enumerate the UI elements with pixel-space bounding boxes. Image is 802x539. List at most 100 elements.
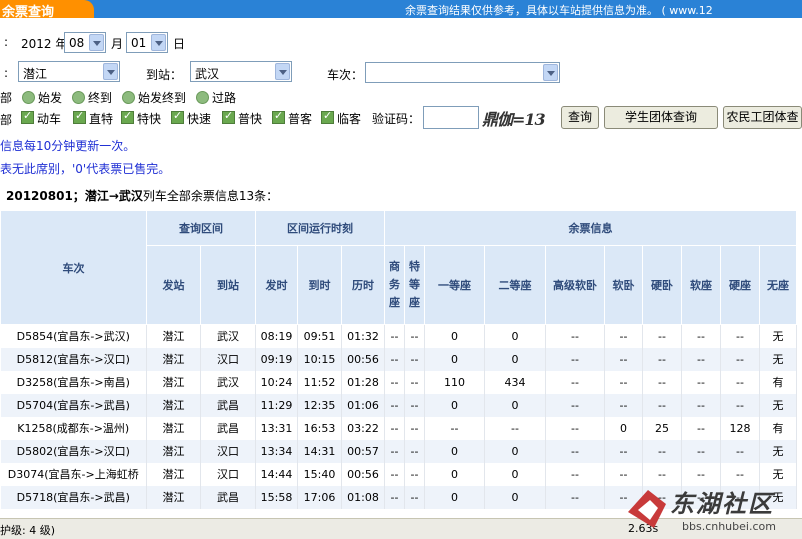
table-cell: 14:44 xyxy=(255,462,298,486)
col-from: 发站 xyxy=(146,245,201,325)
table-cell: 11:52 xyxy=(297,370,342,394)
from-station-select[interactable]: 潜江 xyxy=(18,61,120,82)
table-cell: 潜江 xyxy=(146,347,201,371)
student-group-query-button[interactable]: 学生团体查询 xyxy=(604,106,718,129)
month-select[interactable]: 08 xyxy=(64,32,106,53)
train-cell[interactable]: D5718(宜昌东->武昌) xyxy=(0,485,147,509)
checkbox-express-label: 特快 xyxy=(137,112,162,126)
table-cell: 00:57 xyxy=(341,439,386,463)
col-train: 车次 xyxy=(0,210,147,325)
watermark-name: 东湖社区 xyxy=(670,490,774,518)
table-cell: 武汉 xyxy=(200,370,256,394)
chevron-down-icon[interactable] xyxy=(275,63,290,80)
table-cell: 潜江 xyxy=(146,416,201,440)
checkbox-fast[interactable] xyxy=(171,109,184,124)
table-cell: -- xyxy=(604,324,644,348)
col-soft-seat: 软座 xyxy=(681,245,722,325)
captcha-input[interactable] xyxy=(423,106,479,129)
table-cell: 110 xyxy=(424,370,486,394)
chevron-down-icon[interactable] xyxy=(89,34,104,51)
train-select[interactable] xyxy=(365,62,560,83)
checkbox-temporary[interactable] xyxy=(321,109,334,124)
table-cell: -- xyxy=(720,393,761,417)
table-cell: 汉口 xyxy=(200,462,256,486)
table-cell: -- xyxy=(545,393,606,417)
security-zone: 护级: 4 级) xyxy=(0,524,55,537)
to-station-label: 到站： xyxy=(146,68,183,82)
checkbox-emu-label: 动车 xyxy=(37,112,62,126)
train-cell[interactable]: K1258(成都东->温州) xyxy=(0,416,147,440)
chevron-down-icon[interactable] xyxy=(103,63,118,80)
radio-origin[interactable] xyxy=(22,91,35,104)
table-row[interactable]: D5704(宜昌东->武昌) 潜江 武昌 11:29 12:35 01:06 -- -- 0 0-… xyxy=(0,393,798,417)
table-cell: -- xyxy=(681,439,722,463)
day-select[interactable]: 01 xyxy=(126,32,168,53)
col-business: 商务座 xyxy=(384,245,406,325)
table-cell: -- xyxy=(681,393,722,417)
year-label: 2012 年 xyxy=(21,37,68,51)
from-prefix: : xyxy=(4,66,9,80)
radio-passing-label: 过路 xyxy=(212,91,237,105)
table-cell: 03:22 xyxy=(341,416,386,440)
result-summary: 20120801；潜江→武汉列车全部余票信息13条： xyxy=(6,187,278,204)
table-cell: 0 xyxy=(424,347,486,371)
table-cell: -- xyxy=(384,462,406,486)
table-cell: 01:06 xyxy=(341,393,386,417)
col-hard-sleeper: 硬卧 xyxy=(642,245,683,325)
title-tab: 余票查询 xyxy=(0,0,94,20)
checkbox-ordinary[interactable] xyxy=(272,109,285,124)
table-row[interactable]: D3258(宜昌东->南昌) 潜江 武汉 10:24 11:52 01:28 -- -- 110… xyxy=(0,370,798,394)
radio-origin-terminal-label: 始发终到 xyxy=(138,91,187,105)
table-cell: 11:29 xyxy=(255,393,298,417)
col-to: 到站 xyxy=(200,245,256,325)
train-cell[interactable]: D3258(宜昌东->南昌) xyxy=(0,370,147,394)
checkbox-ordinary-fast[interactable] xyxy=(222,109,235,124)
col-no-seat: 无座 xyxy=(759,245,798,325)
radio-origin-terminal[interactable] xyxy=(122,91,135,104)
table-cell: -- xyxy=(404,393,426,417)
query-button[interactable]: 查询 xyxy=(561,106,599,129)
train-cell[interactable]: D5802(宜昌东->汉口) xyxy=(0,439,147,463)
table-cell: -- xyxy=(681,462,722,486)
checkbox-emu[interactable] xyxy=(21,109,34,124)
train-cell[interactable]: D5854(宜昌东->武汉) xyxy=(0,324,147,348)
checkbox-direct[interactable] xyxy=(73,109,86,124)
day-value: 01 xyxy=(131,36,147,50)
table-cell: 16:53 xyxy=(297,416,342,440)
summary-suffix: 列车全部余票信息13条： xyxy=(142,189,279,203)
radio-terminal[interactable] xyxy=(72,91,85,104)
col-arrive: 到时 xyxy=(297,245,342,325)
table-cell: -- xyxy=(681,324,722,348)
table-cell: -- xyxy=(404,462,426,486)
table-cell: -- xyxy=(720,370,761,394)
table-row[interactable]: D5802(宜昌东->汉口) 潜江 汉口 13:34 14:31 00:57 -- -- 0 0-… xyxy=(0,439,798,463)
checkbox-express[interactable] xyxy=(121,109,134,124)
table-row[interactable]: D3074(宜昌东->上海虹桥 潜江 汉口 14:44 15:40 00:56 -- -- 0 0… xyxy=(0,462,798,486)
table-cell: -- xyxy=(642,370,683,394)
to-station-value: 武汉 xyxy=(195,67,220,81)
train-cell[interactable]: D5812(宜昌东->汉口) xyxy=(0,347,147,371)
table-cell: 434 xyxy=(484,370,547,394)
table-row[interactable]: D5812(宜昌东->汉口) 潜江 汉口 09:19 10:15 00:56 -- -- 0 0-… xyxy=(0,347,798,371)
to-station-select[interactable]: 武汉 xyxy=(190,61,292,82)
chevron-down-icon[interactable] xyxy=(151,34,166,51)
table-cell: 25 xyxy=(642,416,683,440)
table-cell: -- xyxy=(384,439,406,463)
table-cell: -- xyxy=(681,347,722,371)
col-special: 特等座 xyxy=(404,245,426,325)
table-cell: 0 xyxy=(484,393,547,417)
table-row[interactable]: K1258(成都东->温州) 潜江 武昌 13:31 16:53 03:22 -- -- -- -… xyxy=(0,416,798,440)
radio-passing[interactable] xyxy=(196,91,209,104)
table-cell: 17:06 xyxy=(297,485,342,509)
chevron-down-icon[interactable] xyxy=(543,64,558,81)
table-cell: -- xyxy=(545,485,606,509)
summary-route: 潜江→武汉 xyxy=(84,189,143,203)
table-cell: 有 xyxy=(759,416,798,440)
table-cell: 汉口 xyxy=(200,347,256,371)
table-cell: -- xyxy=(681,416,722,440)
table-row[interactable]: D5854(宜昌东->武汉) 潜江 武汉 08:19 09:51 01:32 -- -- 0 0-… xyxy=(0,324,798,348)
train-cell[interactable]: D3074(宜昌东->上海虹桥 xyxy=(0,462,147,486)
table-cell: 0 xyxy=(424,393,486,417)
train-cell[interactable]: D5704(宜昌东->武昌) xyxy=(0,393,147,417)
migrant-group-query-button[interactable]: 农民工团体查 xyxy=(723,106,802,129)
